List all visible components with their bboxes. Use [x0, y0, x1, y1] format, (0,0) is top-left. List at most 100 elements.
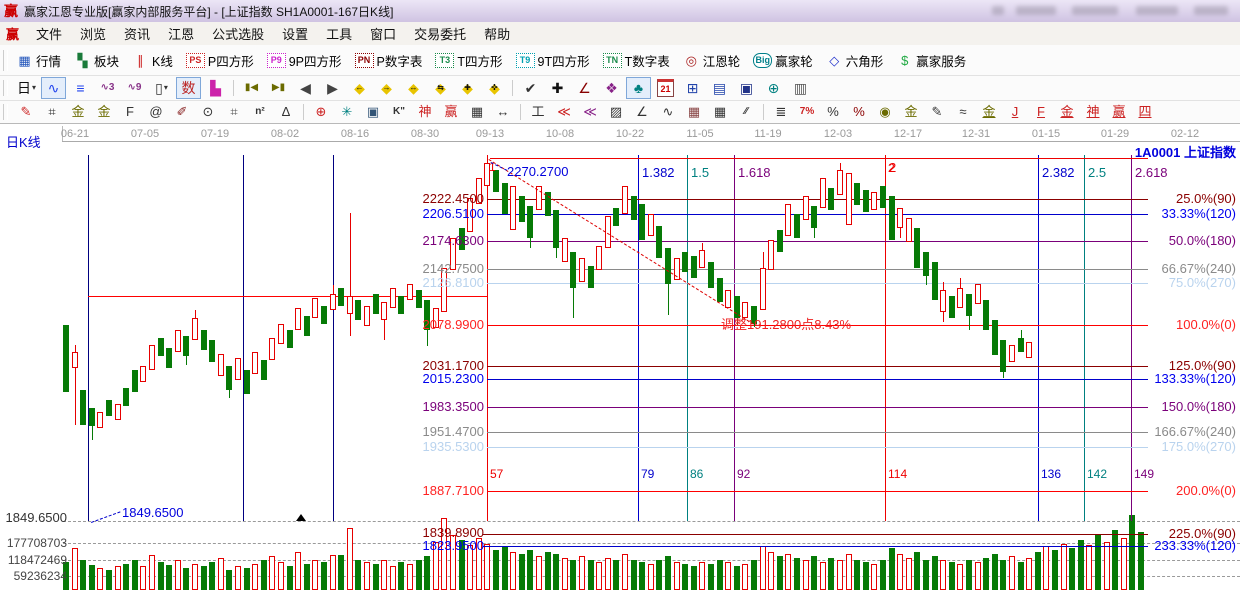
toolbar-winner-wheel-button[interactable]: Big赢家轮 — [750, 50, 816, 71]
toolbar-scale-bars-button[interactable]: ≣ — [769, 102, 793, 122]
toolbar-wave-9-button[interactable]: ∿9 — [122, 77, 147, 99]
toolbar-winner-service-button[interactable]: $赢家服务 — [893, 50, 969, 71]
volume-bar — [1026, 558, 1032, 590]
toolbar-number-grid-button[interactable]: ▦ — [465, 102, 489, 122]
toolbar-gann-fan-tool-button[interactable]: ❖ — [599, 77, 624, 99]
toolbar-calculator-button[interactable]: ⊞ — [680, 77, 705, 99]
toolbar-j-angle-button[interactable]: J — [1003, 102, 1027, 122]
toolbar-prev-page-button[interactable]: ◀ — [293, 77, 318, 99]
toolbar-diamond-expand-all-button[interactable]: ◆✚ — [455, 77, 480, 99]
candle-wick — [573, 288, 574, 318]
toolbar-f-angle-button[interactable]: F — [1029, 102, 1053, 122]
menu-item-formula-stock-pick[interactable]: 公式选股 — [203, 24, 273, 43]
toolbar-quotes-button[interactable]: ▦行情 — [13, 50, 64, 71]
toolbar-brush-tool-button[interactable]: ✎ — [14, 102, 38, 122]
peak-number-label: 1 — [489, 160, 496, 174]
toolbar-frame-tool-button[interactable]: 工 — [526, 102, 550, 122]
toolbar-hexagon-button[interactable]: ◇六角形 — [823, 50, 887, 71]
toolbar-ying-grid-button[interactable]: 赢 — [439, 102, 463, 122]
toolbar-gold-grid-2-button[interactable]: 金 — [92, 102, 116, 122]
toolbar-t-number-table-button[interactable]: TNT数字表 — [600, 50, 673, 71]
toolbar-mirror-angle-button[interactable]: ∆ — [274, 102, 298, 122]
toolbar-gold-angle-2-button[interactable]: 金 — [1055, 102, 1079, 122]
toolbar-last-page-button[interactable]: ▶▮ — [266, 77, 291, 99]
toolbar-pen-scale-button[interactable]: ✎ — [925, 102, 949, 122]
toolbar-t-square-button[interactable]: T3T四方形 — [432, 50, 505, 71]
toolbar-star-grid-button[interactable]: ✳ — [335, 102, 359, 122]
toolbar-wave-band-button[interactable]: ≈ — [951, 102, 975, 122]
menu-item-browse[interactable]: 浏览 — [71, 24, 115, 43]
toolbar-diamond-compress-button[interactable]: ◆⇆ — [428, 77, 453, 99]
menu-item-trade-entrust[interactable]: 交易委托 — [405, 24, 475, 43]
toolbar-diamond-expand-h-button[interactable]: ◆↔ — [401, 77, 426, 99]
toolbar-percent-line-button[interactable]: % — [847, 102, 871, 122]
menu-item-settings[interactable]: 设置 — [273, 24, 317, 43]
toolbar-chip-distribution-button[interactable]: ▙ — [203, 77, 228, 99]
toolbar-fan-lines-dark-button[interactable]: ▨ — [604, 102, 628, 122]
toolbar-zigzag-line-button[interactable]: ∿ — [656, 102, 680, 122]
menu-item-window[interactable]: 窗口 — [361, 24, 405, 43]
toolbar-zigzag-analysis-button[interactable]: ∿ — [41, 77, 66, 99]
toolbar-smart-analysis-button[interactable]: ♣ — [626, 77, 651, 99]
toolbar-candle-style-button[interactable]: ▯▾ — [149, 77, 174, 99]
toolbar-first-page-button[interactable]: ▮◀ — [239, 77, 264, 99]
menu-item-gann[interactable]: 江恩 — [159, 24, 203, 43]
toolbar-k-notation-button[interactable]: K" — [387, 102, 411, 122]
candle — [742, 302, 748, 318]
menu-item-tools[interactable]: 工具 — [317, 24, 361, 43]
toolbar-square-target-button[interactable]: ▣ — [361, 102, 385, 122]
toolbar-grid-cross-a-button[interactable]: ▦ — [682, 102, 706, 122]
toolbar-notes-button[interactable]: ▤ — [707, 77, 732, 99]
toolbar-shen-angle-button[interactable]: 神 — [1081, 102, 1105, 122]
toolbar-density-lines-button[interactable]: ⌗ — [222, 102, 246, 122]
toolbar-gold-hline-button[interactable]: 金 — [899, 102, 923, 122]
toolbar-hand-tool-button[interactable]: ✔ — [518, 77, 543, 99]
toolbar-gold-grid-1-button[interactable]: 金 — [66, 102, 90, 122]
toolbar-circle-cross-button[interactable]: ⊕ — [309, 102, 333, 122]
toolbar-save-button[interactable]: ▣ — [734, 77, 759, 99]
menu-item-help[interactable]: 帮助 — [475, 24, 519, 43]
toolbar-n2-grid-button[interactable]: n² — [248, 102, 272, 122]
toolbar-crosshair-tool-button[interactable]: ✚ — [545, 77, 570, 99]
toolbar-percent-button[interactable]: % — [821, 102, 845, 122]
toolbar-red-structure-tool-button[interactable]: 数 — [176, 77, 201, 99]
toolbar-gold-angle-button[interactable]: 金 — [977, 102, 1001, 122]
toolbar-wave-3-button[interactable]: ∿3 — [95, 77, 120, 99]
toolbar-info-panel-button[interactable]: ≡ — [68, 77, 93, 99]
toolbar-next-page-button[interactable]: ▶ — [320, 77, 345, 99]
toolbar-p-number-table-button[interactable]: PNP数字表 — [352, 50, 426, 71]
toolbar-diamond-full-button[interactable]: ◆✜ — [482, 77, 507, 99]
toolbar-diamond-shift-right-button[interactable]: ◆→ — [374, 77, 399, 99]
toolbar-9t-square-button[interactable]: T99T四方形 — [513, 50, 593, 71]
toolbar-fan-lines-purple-button[interactable]: ≪ — [578, 102, 602, 122]
menu-item-file[interactable]: 文件 — [27, 24, 71, 43]
toolbar-kline-button[interactable]: ∥K线 — [129, 50, 176, 71]
toolbar-workstation-button[interactable]: ▥ — [788, 77, 813, 99]
toolbar-period-day-selector-button[interactable]: 日▾ — [14, 77, 39, 99]
menu-item-news[interactable]: 资讯 — [115, 24, 159, 43]
toolbar-grid-cross-b-button[interactable]: ▦ — [708, 102, 732, 122]
toolbar-time-cycle-button[interactable]: ⊙ — [196, 102, 220, 122]
toolbar-9p-square-button[interactable]: P99P四方形 — [264, 50, 345, 71]
toolbar-f-grid-button[interactable]: F — [118, 102, 142, 122]
toolbar-draw-grid-button[interactable]: ✐ — [170, 102, 194, 122]
toolbar-percent-retrace-button[interactable]: 7% — [795, 102, 819, 122]
toolbar-trend-angle-button[interactable]: ∠ — [630, 102, 654, 122]
candle — [355, 300, 361, 320]
toolbar-parallel-rays-button[interactable]: ∕∕ — [734, 102, 758, 122]
toolbar-shen-grid-button[interactable]: 神 — [413, 102, 437, 122]
toolbar-network-button[interactable]: ⊕ — [761, 77, 786, 99]
toolbar-fan-lines-red-button[interactable]: ≪ — [552, 102, 576, 122]
toolbar-ying-angle-button[interactable]: 赢 — [1107, 102, 1131, 122]
toolbar-gold-circle-button[interactable]: ◉ — [873, 102, 897, 122]
toolbar-gann-wheel-button[interactable]: ◎江恩轮 — [680, 50, 744, 71]
toolbar-diamond-shift-left-button[interactable]: ◆← — [347, 77, 372, 99]
toolbar-width-measure-button[interactable]: ↔ — [491, 102, 515, 122]
toolbar-si-angle-button[interactable]: 四 — [1133, 102, 1157, 122]
toolbar-p-square-button[interactable]: PSP四方形 — [183, 50, 257, 71]
toolbar-sectors-button[interactable]: ▚板块 — [71, 50, 122, 71]
toolbar-calendar-button[interactable]: 21 — [653, 77, 678, 99]
toolbar-price-grid-button[interactable]: ⌗ — [40, 102, 64, 122]
toolbar-spiral-grid-button[interactable]: @ — [144, 102, 168, 122]
toolbar-angle-measure-tool-button[interactable]: ∠ — [572, 77, 597, 99]
